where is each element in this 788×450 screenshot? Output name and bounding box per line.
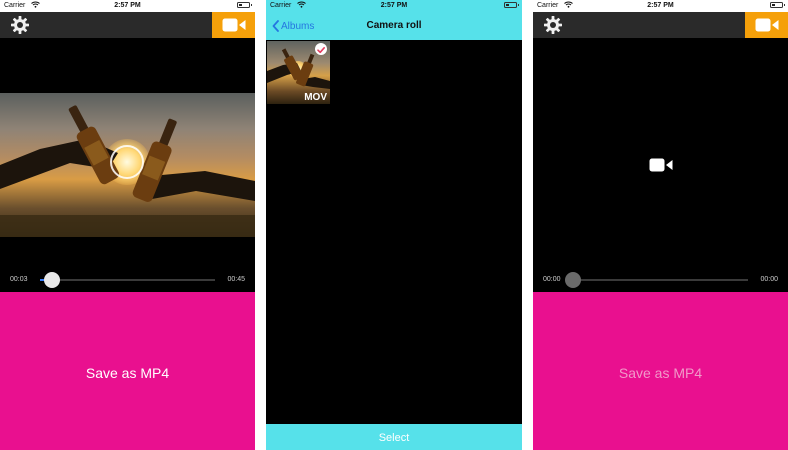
video-camera-icon: [222, 18, 246, 32]
status-time: 2:57 PM: [380, 2, 408, 9]
page-title: Camera roll: [366, 20, 422, 31]
app-store-screenshot: Carrier 2:57 PM 00:03 00:45 Save as MP4 …: [0, 0, 788, 450]
settings-button[interactable]: [10, 15, 30, 35]
empty-video-placeholder[interactable]: [649, 158, 673, 177]
battery-icon: [237, 2, 252, 8]
battery-icon: [770, 2, 785, 8]
player-screen: Carrier 2:57 PM 00:03 00:45 Save as MP4: [0, 0, 255, 450]
playback-track[interactable]: [565, 272, 748, 288]
video-thumbnail[interactable]: MOV: [267, 41, 330, 104]
selected-check-icon: [315, 43, 327, 55]
duration-label: 00:45: [227, 276, 245, 283]
save-as-mp4-button[interactable]: Save as MP4: [0, 292, 255, 450]
battery-icon: [504, 2, 519, 8]
gear-icon: [11, 16, 29, 34]
settings-button[interactable]: [543, 15, 563, 35]
duration-label: 00:00: [760, 276, 778, 283]
save-as-mp4-button[interactable]: Save as MP4: [533, 292, 788, 450]
playback-slider-row: 00:00 00:00: [533, 268, 788, 292]
status-bar: Carrier 2:57 PM: [266, 0, 522, 12]
video-preview[interactable]: [0, 93, 255, 237]
status-time: 2:57 PM: [114, 2, 141, 9]
save-button-label: Save as MP4: [618, 365, 703, 381]
camera-roll-screen: Carrier 2:57 PM Albums Camera roll MOV S…: [266, 0, 522, 450]
playback-slider-row: 00:03 00:45: [0, 268, 255, 292]
current-time-label: 00:03: [10, 276, 28, 283]
status-bar: Carrier 2:57 PM: [0, 0, 255, 12]
playback-track[interactable]: [40, 272, 215, 288]
top-toolbar: [0, 12, 255, 38]
file-type-badge: MOV: [304, 92, 327, 103]
top-toolbar: [533, 12, 788, 38]
select-button-label: Select: [378, 432, 410, 444]
select-button[interactable]: Select: [266, 424, 522, 450]
navigation-bar: Albums Camera roll: [266, 12, 522, 40]
video-camera-icon: [755, 18, 779, 32]
play-indicator: [110, 145, 144, 179]
gear-icon: [544, 16, 562, 34]
record-video-button[interactable]: [212, 12, 255, 38]
status-bar: Carrier 2:57 PM: [533, 0, 788, 12]
record-video-button[interactable]: [745, 12, 788, 38]
save-button-label: Save as MP4: [85, 365, 170, 381]
video-camera-icon: [649, 158, 673, 172]
status-time: 2:57 PM: [647, 2, 674, 9]
empty-player-screen: Carrier 2:57 PM 00:00 00:00 Save as MP4: [533, 0, 788, 450]
current-time-label: 00:00: [543, 276, 561, 283]
playback-scrubber[interactable]: [44, 272, 61, 288]
playback-scrubber[interactable]: [565, 272, 581, 288]
